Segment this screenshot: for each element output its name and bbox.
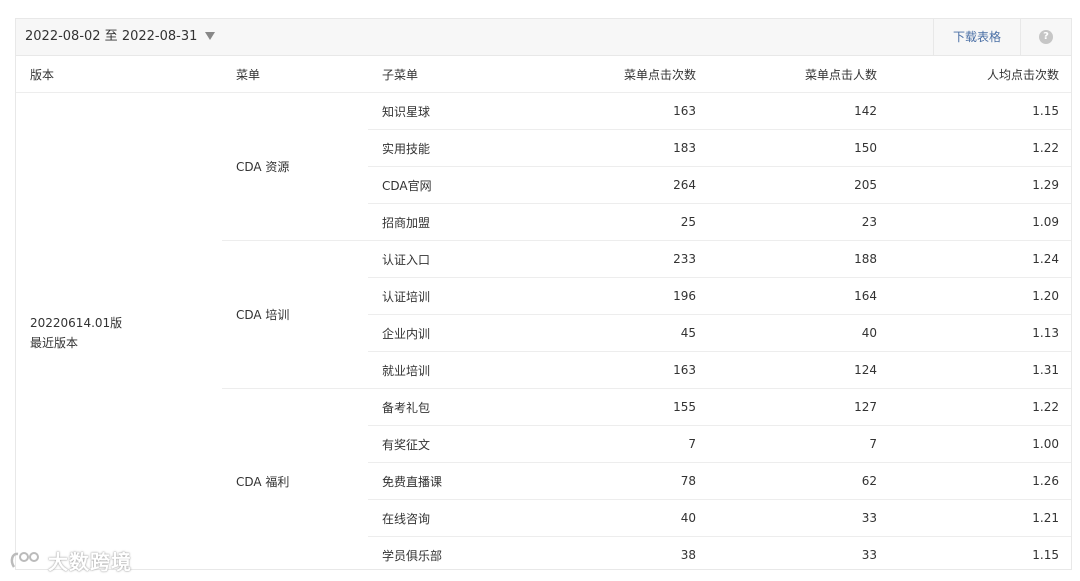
report-panel: 2022-08-02 至 2022-08-31 下载表格 ? 版本 菜单 子菜单…: [15, 18, 1072, 570]
avg-clicks-cell: 1.13: [877, 314, 1071, 352]
menu-users-cell: 23: [696, 203, 877, 241]
menu-clicks-cell: 25: [536, 203, 696, 241]
avg-clicks-cell: 1.31: [877, 351, 1071, 389]
submenu-cell: 在线咨询: [368, 499, 536, 537]
submenu-cell: 认证入口: [368, 240, 536, 278]
version-tag: 最近版本: [30, 336, 79, 351]
menu-users-cell: 62: [696, 462, 877, 500]
avg-clicks-cell: 1.09: [877, 203, 1071, 241]
brand-logo-icon: [10, 552, 39, 568]
help-button[interactable]: ?: [1020, 19, 1071, 55]
submenu-cell: CDA官网: [368, 166, 536, 204]
header-avg-clicks: 人均点击次数: [877, 56, 1071, 93]
menu-users-cell: 127: [696, 388, 877, 426]
table-row: 20220614.01版 最近版本 CDA 资源 知识星球 163 142 1.15: [16, 92, 1071, 350]
header-menu-users: 菜单点击人数: [696, 56, 877, 93]
table-header-row: 版本 菜单 子菜单 菜单点击次数 菜单点击人数 人均点击次数: [16, 56, 1071, 93]
submenu-cell: 认证培训: [368, 277, 536, 315]
menu-users-cell: 124: [696, 351, 877, 389]
avg-clicks-cell: 1.00: [877, 425, 1071, 463]
menu-cell: CDA 福利: [222, 388, 368, 569]
submenu-cell: 有奖征文: [368, 425, 536, 463]
avg-clicks-cell: 1.22: [877, 388, 1071, 426]
header-submenu: 子菜单: [368, 56, 536, 93]
menu-clicks-cell: 38: [536, 536, 696, 569]
menu-clicks-cell: 45: [536, 314, 696, 352]
menu-click-table: 版本 菜单 子菜单 菜单点击次数 菜单点击人数 人均点击次数 20220614.…: [16, 56, 1071, 569]
avg-clicks-cell: 1.21: [877, 499, 1071, 537]
download-table-button[interactable]: 下载表格: [933, 19, 1020, 55]
menu-users-cell: 188: [696, 240, 877, 278]
avg-clicks-cell: 1.26: [877, 462, 1071, 500]
menu-clicks-cell: 155: [536, 388, 696, 426]
table-body: 20220614.01版 最近版本 CDA 资源 知识星球 163 142 1.15 实用技能…: [16, 92, 1071, 569]
menu-users-cell: 33: [696, 536, 877, 569]
watermark: 大数跨境: [8, 547, 132, 574]
submenu-cell: 免费直播课: [368, 462, 536, 500]
menu-users-cell: 33: [696, 499, 877, 537]
submenu-cell: 招商加盟: [368, 203, 536, 241]
menu-cell: CDA 培训: [222, 240, 368, 389]
help-icon: ?: [1039, 30, 1053, 44]
submenu-cell: 就业培训: [368, 351, 536, 389]
header-version: 版本: [16, 56, 222, 93]
menu-clicks-cell: 196: [536, 277, 696, 315]
menu-clicks-cell: 233: [536, 240, 696, 278]
avg-clicks-cell: 1.24: [877, 240, 1071, 278]
date-range-label: 2022-08-02 至 2022-08-31: [25, 29, 198, 44]
caret-down-icon: [205, 31, 216, 40]
menu-clicks-cell: 183: [536, 129, 696, 167]
submenu-cell: 知识星球: [368, 92, 536, 130]
menu-users-cell: 164: [696, 277, 877, 315]
menu-users-cell: 150: [696, 129, 877, 167]
version-cell: 20220614.01版 最近版本: [16, 93, 222, 570]
avg-clicks-cell: 1.15: [877, 92, 1071, 130]
version-number: 20220614.01版: [30, 316, 123, 331]
watermark-text: 大数跨境: [48, 549, 132, 574]
menu-users-cell: 40: [696, 314, 877, 352]
date-range-picker[interactable]: 2022-08-02 至 2022-08-31: [25, 19, 216, 55]
submenu-cell: 备考礼包: [368, 388, 536, 426]
menu-clicks-cell: 163: [536, 92, 696, 130]
menu-clicks-cell: 40: [536, 499, 696, 537]
menu-cell: CDA 资源: [222, 92, 368, 241]
header-menu-clicks: 菜单点击次数: [536, 56, 696, 93]
menu-clicks-cell: 78: [536, 462, 696, 500]
menu-users-cell: 205: [696, 166, 877, 204]
avg-clicks-cell: 1.22: [877, 129, 1071, 167]
submenu-cell: 实用技能: [368, 129, 536, 167]
avg-clicks-cell: 1.29: [877, 166, 1071, 204]
menu-users-cell: 7: [696, 425, 877, 463]
menu-clicks-cell: 7: [536, 425, 696, 463]
menu-clicks-cell: 163: [536, 351, 696, 389]
toolbar-actions: 下载表格 ?: [933, 19, 1071, 55]
report-toolbar: 2022-08-02 至 2022-08-31 下载表格 ?: [16, 19, 1071, 56]
header-menu: 菜单: [222, 56, 368, 93]
submenu-cell: 企业内训: [368, 314, 536, 352]
avg-clicks-cell: 1.15: [877, 536, 1071, 569]
menu-users-cell: 142: [696, 92, 877, 130]
menu-clicks-cell: 264: [536, 166, 696, 204]
avg-clicks-cell: 1.20: [877, 277, 1071, 315]
submenu-cell: 学员俱乐部: [368, 536, 536, 569]
